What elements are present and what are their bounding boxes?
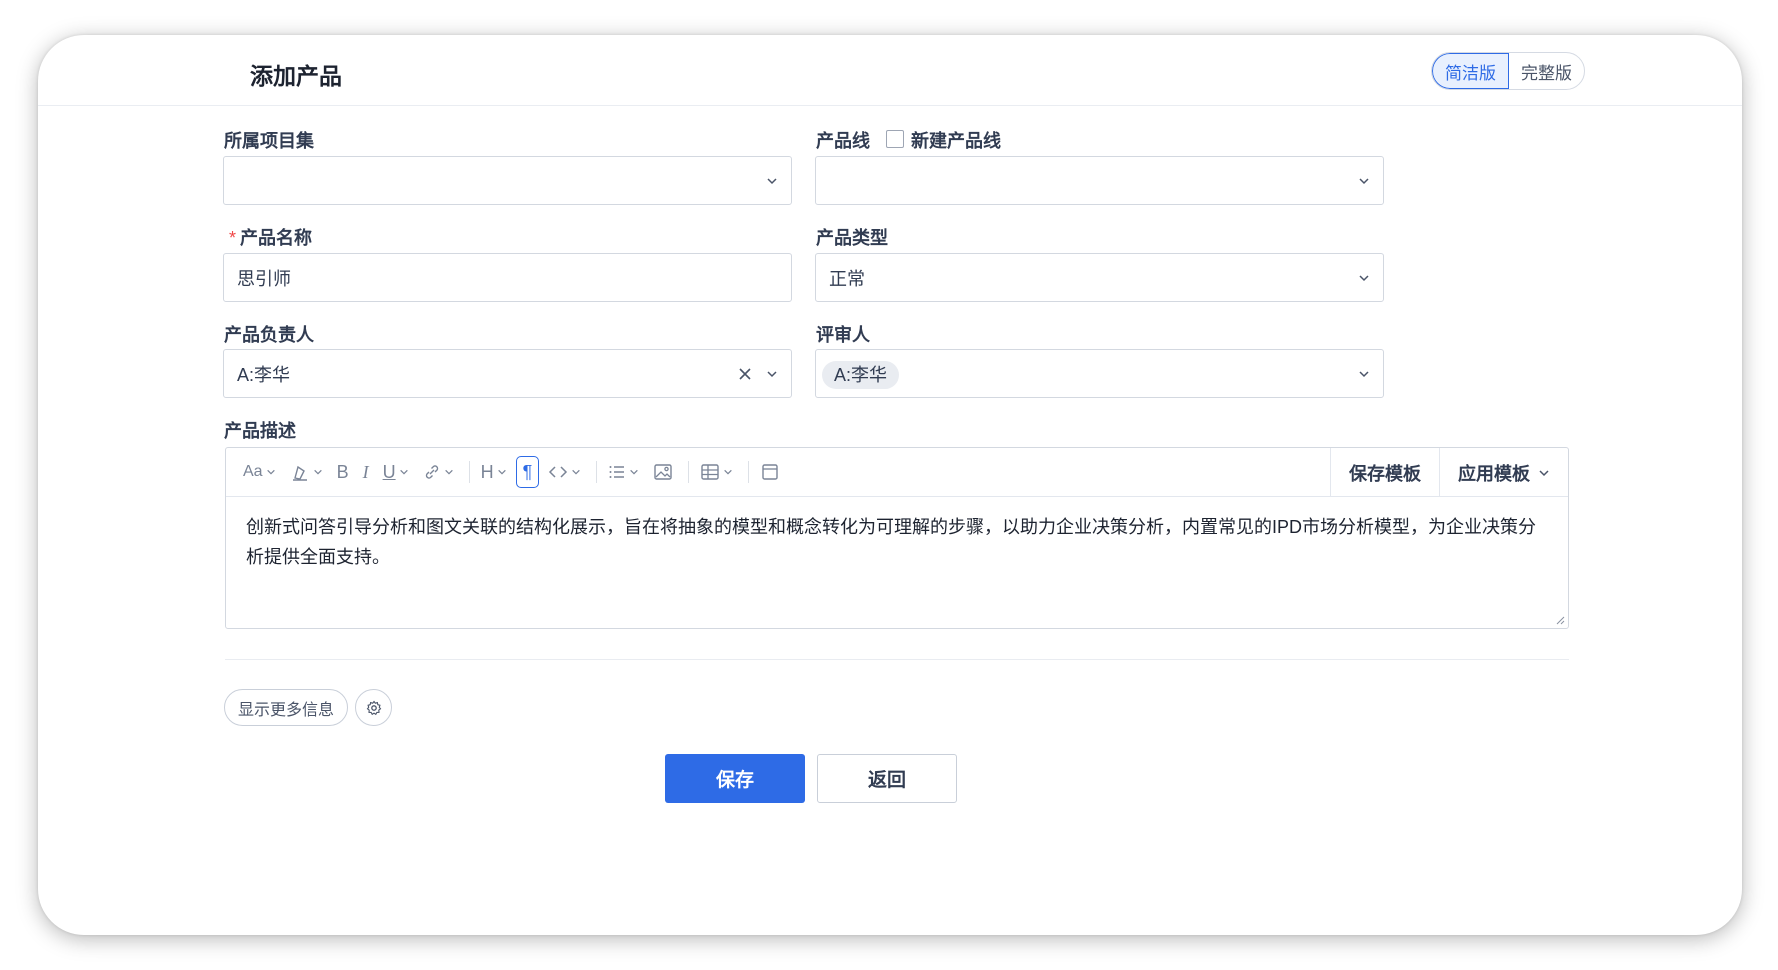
- font-size-icon: Aa: [243, 463, 263, 480]
- list-icon: [609, 466, 625, 478]
- product-type-value: 正常: [829, 268, 865, 289]
- product-type-label: 产品类型: [816, 228, 888, 248]
- product-line-select[interactable]: [815, 156, 1384, 205]
- reviewer-label: 评审人: [816, 325, 870, 345]
- toolbar-divider: [688, 461, 690, 483]
- program-set-select[interactable]: [223, 156, 792, 205]
- chevron-down-icon: [766, 368, 778, 380]
- underline-icon: U: [382, 461, 396, 482]
- heading-button[interactable]: H: [476, 456, 512, 488]
- product-line-label: 产品线: [816, 131, 870, 151]
- bold-button[interactable]: B: [332, 456, 354, 488]
- table-button[interactable]: [695, 456, 738, 488]
- image-icon: [654, 464, 672, 480]
- product-owner-label: 产品负责人: [224, 325, 314, 345]
- chevron-down-icon: [630, 469, 639, 475]
- chevron-down-icon: [572, 469, 581, 475]
- bold-icon: B: [336, 461, 349, 482]
- link-button[interactable]: [418, 456, 459, 488]
- program-set-label: 所属项目集: [224, 131, 314, 151]
- save-template-button[interactable]: 保存模板: [1330, 448, 1439, 497]
- description-editor: Aa B I U H ¶ 保存模板 应用模板 创新式问答引导分析和图文关联的结构…: [225, 447, 1569, 629]
- page-title: 添加产品: [250, 63, 342, 89]
- mode-switch: 简洁版 完整版: [1431, 52, 1585, 90]
- chevron-down-icon: [1358, 272, 1370, 284]
- description-textarea[interactable]: 创新式问答引导分析和图文关联的结构化展示，旨在将抽象的模型和概念转化为可理解的步…: [226, 497, 1568, 587]
- italic-button[interactable]: I: [358, 456, 374, 488]
- settings-button[interactable]: [355, 689, 392, 726]
- product-name-label-text: 产品名称: [240, 228, 313, 248]
- chevron-down-icon: [497, 469, 506, 475]
- list-button[interactable]: [603, 456, 644, 488]
- italic-icon: I: [362, 461, 369, 482]
- save-button[interactable]: 保存: [665, 754, 805, 803]
- underline-button[interactable]: U: [378, 456, 414, 488]
- resize-handle-icon[interactable]: [1555, 615, 1565, 625]
- apply-template-button[interactable]: 应用模板: [1439, 448, 1568, 497]
- chevron-down-icon: [766, 175, 778, 187]
- new-product-line-label: 新建产品线: [911, 131, 1001, 151]
- chevron-down-icon: [444, 469, 453, 475]
- chevron-down-icon: [313, 469, 322, 475]
- paragraph-icon: ¶: [522, 461, 533, 482]
- chevron-down-icon: [266, 469, 275, 475]
- mode-simple-button[interactable]: 简洁版: [1432, 53, 1509, 89]
- text-color-button[interactable]: [285, 456, 328, 488]
- layout-icon: [762, 464, 778, 480]
- mode-full-button[interactable]: 完整版: [1509, 53, 1584, 89]
- editor-toolbar: Aa B I U H ¶ 保存模板 应用模板: [226, 448, 1568, 497]
- layout-button[interactable]: [755, 456, 785, 488]
- back-button[interactable]: 返回: [817, 754, 957, 803]
- heading-icon: H: [480, 461, 494, 482]
- product-owner-value: A:李华: [237, 364, 291, 385]
- required-mark: *: [229, 228, 237, 248]
- code-button[interactable]: [543, 456, 586, 488]
- chevron-down-icon: [724, 469, 733, 475]
- add-product-dialog: 添加产品 简洁版 完整版 所属项目集 产品线 新建产品线 * 产品名称 思引师 产…: [38, 35, 1742, 935]
- reviewer-select[interactable]: A:李华: [815, 349, 1384, 398]
- highlighter-icon: [292, 465, 307, 481]
- product-name-value: 思引师: [237, 268, 291, 289]
- toolbar-divider: [596, 461, 598, 483]
- clear-icon[interactable]: [738, 367, 752, 381]
- font-size-button[interactable]: Aa: [238, 456, 281, 488]
- apply-template-label: 应用模板: [1458, 463, 1530, 484]
- description-label: 产品描述: [224, 421, 296, 441]
- image-button[interactable]: [648, 456, 678, 488]
- toolbar-divider: [468, 461, 470, 483]
- template-buttons: 保存模板 应用模板: [1330, 448, 1568, 497]
- gear-icon: [366, 700, 381, 715]
- chevron-down-icon: [1358, 368, 1370, 380]
- show-more-info-button[interactable]: 显示更多信息: [224, 689, 349, 726]
- product-name-input[interactable]: 思引师: [223, 253, 792, 302]
- code-icon: [549, 466, 568, 478]
- chevron-down-icon: [1358, 175, 1370, 187]
- link-icon: [425, 465, 438, 479]
- toolbar-divider: [748, 461, 750, 483]
- reviewer-chip[interactable]: A:李华: [822, 360, 900, 389]
- paragraph-button[interactable]: ¶: [515, 456, 540, 488]
- new-product-line-checkbox[interactable]: [886, 130, 904, 148]
- chevron-down-icon: [399, 469, 408, 475]
- product-name-label: * 产品名称: [229, 224, 312, 250]
- section-divider: [225, 659, 1569, 660]
- product-type-select[interactable]: 正常: [815, 253, 1384, 302]
- product-owner-select[interactable]: A:李华: [223, 349, 792, 398]
- table-icon: [701, 464, 719, 480]
- page-header: 添加产品 简洁版 完整版: [38, 35, 1742, 106]
- chevron-down-icon: [1539, 469, 1549, 476]
